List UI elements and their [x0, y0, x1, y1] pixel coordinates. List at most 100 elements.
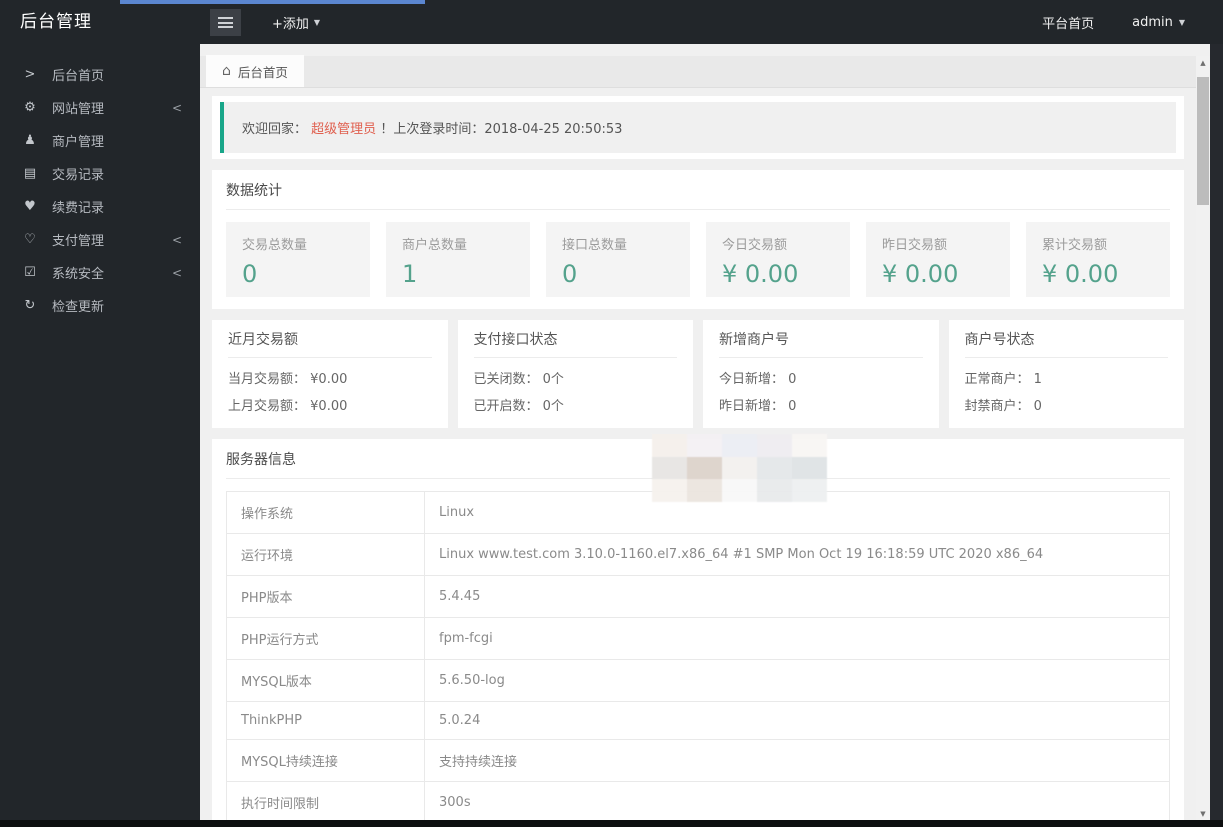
username: admin	[1132, 14, 1173, 30]
row-label: 已开启数：	[473, 399, 539, 414]
sidebar: > 后台首页 ⚙ 网站管理 < ♟ 商户管理 ▤ 交易记录 ♥ 续费记录 ♡ 支…	[0, 44, 200, 820]
stat-label: 接口总数量	[562, 238, 628, 253]
main-content: ⌂ 后台首页 欢迎回家： 超级管理员 ！上次登录时间：2018-04-25 20…	[200, 44, 1210, 820]
card-recent-month-amount: 近月交易额 当月交易额： ¥0.00 上月交易额： ¥0.00	[212, 320, 448, 428]
topbar-right: 平台首页 admin ▼	[1042, 0, 1185, 44]
topbar: 后台管理 +添加 ▼ 平台首页 admin ▼	[0, 0, 1223, 44]
row-value: 5.4.45	[424, 575, 1170, 618]
admin-dashboard-window: 后台管理 +添加 ▼ 平台首页 admin ▼ > 后台首页 ⚙ 网站管理 < …	[0, 0, 1223, 827]
card-row: 已关闭数： 0个	[474, 364, 678, 391]
stat-value: ¥ 0.00	[722, 260, 799, 288]
add-dropdown-button[interactable]: +添加 ▼	[272, 0, 320, 44]
tab-backend-home[interactable]: ⌂ 后台首页	[206, 55, 304, 87]
card-title: 支付接口状态	[473, 320, 677, 358]
table-row: MYSQL版本 5.6.50-log	[226, 659, 1170, 702]
gear-icon: ⚙	[24, 100, 36, 115]
row-label: PHP运行方式	[226, 617, 425, 660]
card-row: 上月交易额： ¥0.00	[228, 391, 432, 418]
statistics-title: 数据统计	[226, 170, 1170, 210]
welcome-prefix: 欢迎回家：	[242, 122, 308, 137]
scrollbar-thumb[interactable]	[1197, 77, 1209, 205]
card-row: 封禁商户： 0	[965, 391, 1169, 418]
stat-value: 0	[242, 260, 258, 288]
window-bottom-edge	[0, 820, 1223, 827]
row-value: 5.0.24	[424, 701, 1170, 740]
sidebar-item-label: 网站管理	[52, 102, 105, 117]
table-row: MYSQL持续连接 支持持续连接	[226, 739, 1170, 782]
card-title: 新增商户号	[719, 320, 923, 358]
brand-title: 后台管理	[20, 12, 92, 32]
sidebar-item-transaction-records[interactable]: ▤ 交易记录	[0, 157, 200, 190]
server-info-table: 操作系统 Linux 运行环境 Linux www.test.com 3.10.…	[226, 491, 1170, 820]
sidebar-item-label: 支付管理	[52, 234, 105, 249]
stat-label: 累计交易额	[1042, 238, 1108, 253]
row-label: 当月交易额：	[228, 372, 307, 387]
table-row: 操作系统 Linux	[226, 491, 1170, 534]
sidebar-item-renewal-records[interactable]: ♥ 续费记录	[0, 190, 200, 223]
window-right-edge	[1210, 44, 1223, 827]
card-row: 昨日新增： 0	[719, 391, 923, 418]
scroll-down-icon[interactable]: ▼	[1196, 807, 1210, 820]
scroll-up-icon[interactable]: ▲	[1196, 56, 1210, 69]
row-label: MYSQL版本	[226, 659, 425, 702]
row-label: PHP版本	[226, 575, 425, 618]
table-row: 运行环境 Linux www.test.com 3.10.0-1160.el7.…	[226, 533, 1170, 576]
user-dropdown-button[interactable]: admin ▼	[1132, 15, 1185, 30]
row-value: ¥0.00	[310, 372, 348, 387]
welcome-rest: ！上次登录时间：2018-04-25 20:50:53	[380, 122, 623, 137]
content-area: 欢迎回家： 超级管理员 ！上次登录时间：2018-04-25 20:50:53 …	[200, 88, 1210, 820]
chevron-left-icon: <	[171, 100, 182, 115]
sidebar-item-system-security[interactable]: ☑ 系统安全 <	[0, 256, 200, 289]
row-value: 0	[788, 372, 797, 387]
row-value: 0个	[542, 399, 564, 414]
platform-home-link[interactable]: 平台首页	[1042, 13, 1094, 32]
table-row: PHP版本 5.4.45	[226, 575, 1170, 618]
statistics-card: 数据统计 交易总数量 0 商户总数量 1 接口总数量 0 今日交易额 ¥ 0.0…	[212, 170, 1184, 309]
chevron-down-icon: ▼	[313, 17, 321, 27]
row-label: 封禁商户：	[964, 399, 1030, 414]
row-label: 昨日新增：	[719, 399, 785, 414]
sidebar-item-label: 交易记录	[52, 168, 105, 183]
home-icon: ⌂	[222, 63, 231, 79]
row-value: 5.6.50-log	[424, 659, 1170, 702]
stat-value: 1	[402, 260, 418, 288]
stat-label: 商户总数量	[402, 238, 468, 253]
stat-value: ¥ 0.00	[882, 260, 959, 288]
row-value: Linux www.test.com 3.10.0-1160.el7.x86_6…	[424, 533, 1170, 576]
sidebar-item-payment-admin[interactable]: ♡ 支付管理 <	[0, 223, 200, 256]
row-value: 支持持续连接	[424, 739, 1170, 782]
user-icon: ♟	[24, 133, 36, 148]
card-row: 当月交易额： ¥0.00	[228, 364, 432, 391]
row-label: 执行时间限制	[226, 781, 425, 820]
heart-badge-icon: ♡	[24, 232, 36, 247]
sidebar-item-label: 后台首页	[52, 69, 105, 84]
sidebar-toggle-button[interactable]	[210, 9, 241, 36]
summary-cards-row: 近月交易额 当月交易额： ¥0.00 上月交易额： ¥0.00 支付接口状态 已…	[212, 320, 1184, 428]
stat-row: 交易总数量 0 商户总数量 1 接口总数量 0 今日交易额 ¥ 0.00 昨日交…	[226, 222, 1170, 297]
row-value: 0	[1033, 399, 1042, 414]
row-value: ¥0.00	[310, 399, 348, 414]
sidebar-item-check-update[interactable]: ↻ 检查更新	[0, 289, 200, 322]
server-info-card: 服务器信息 操作系统 Linux 运行环境 Linux www.test.com…	[212, 439, 1184, 820]
row-label: 今日新增：	[719, 372, 785, 387]
stat-box-cumulative-amount: 累计交易额 ¥ 0.00	[1026, 222, 1170, 297]
table-row: PHP运行方式 fpm-fcgi	[226, 617, 1170, 660]
hearts-icon: ♥	[24, 199, 36, 214]
table-row: ThinkPHP 5.0.24	[226, 701, 1170, 740]
row-value: 0个	[542, 372, 564, 387]
row-label: 运行环境	[226, 533, 425, 576]
sidebar-item-home[interactable]: > 后台首页	[0, 58, 200, 91]
clipped-browser-artifact	[120, 0, 425, 4]
card-title: 商户号状态	[964, 320, 1168, 358]
sidebar-item-website-admin[interactable]: ⚙ 网站管理 <	[0, 91, 200, 124]
stat-label: 昨日交易额	[882, 238, 948, 253]
row-value: 300s	[424, 781, 1170, 820]
stat-label: 交易总数量	[242, 238, 308, 253]
row-label: 上月交易额：	[228, 399, 307, 414]
card-payment-interface-status: 支付接口状态 已关闭数： 0个 已开启数： 0个	[457, 320, 693, 428]
hamburger-icon	[218, 17, 233, 28]
vertical-scrollbar[interactable]: ▲ ▼	[1196, 56, 1210, 820]
sidebar-item-merchant-admin[interactable]: ♟ 商户管理	[0, 124, 200, 157]
card-row: 正常商户： 1	[965, 364, 1169, 391]
chevron-right-icon: >	[24, 67, 36, 82]
